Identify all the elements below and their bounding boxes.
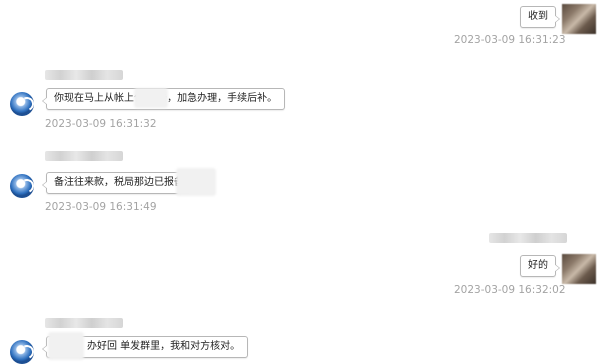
sender-name-blurred bbox=[45, 70, 123, 80]
sender-name-blurred bbox=[45, 318, 123, 328]
contact-avatar-icon bbox=[10, 340, 34, 364]
sender-name-blurred bbox=[489, 233, 567, 243]
message-bubble: 好的 bbox=[520, 255, 560, 277]
message-timestamp: 2023-03-09 16:31:23 bbox=[454, 34, 566, 46]
redacted-amount bbox=[134, 88, 168, 108]
contact-avatar-icon bbox=[10, 174, 34, 198]
user-avatar bbox=[562, 254, 596, 284]
redacted-text bbox=[48, 332, 84, 360]
message-bubble: 备注往来款，税局那边已报备 bbox=[42, 172, 192, 194]
message-bubble: 收到 bbox=[520, 6, 560, 28]
message-timestamp: 2023-03-09 16:31:49 bbox=[45, 201, 157, 213]
message-timestamp: 2023-03-09 16:31:32 bbox=[45, 118, 157, 130]
sender-name-blurred bbox=[45, 151, 123, 161]
user-avatar bbox=[562, 4, 596, 34]
redacted-text bbox=[176, 168, 216, 196]
contact-avatar-icon bbox=[10, 92, 34, 116]
message-timestamp: 2023-03-09 16:32:02 bbox=[454, 284, 566, 296]
